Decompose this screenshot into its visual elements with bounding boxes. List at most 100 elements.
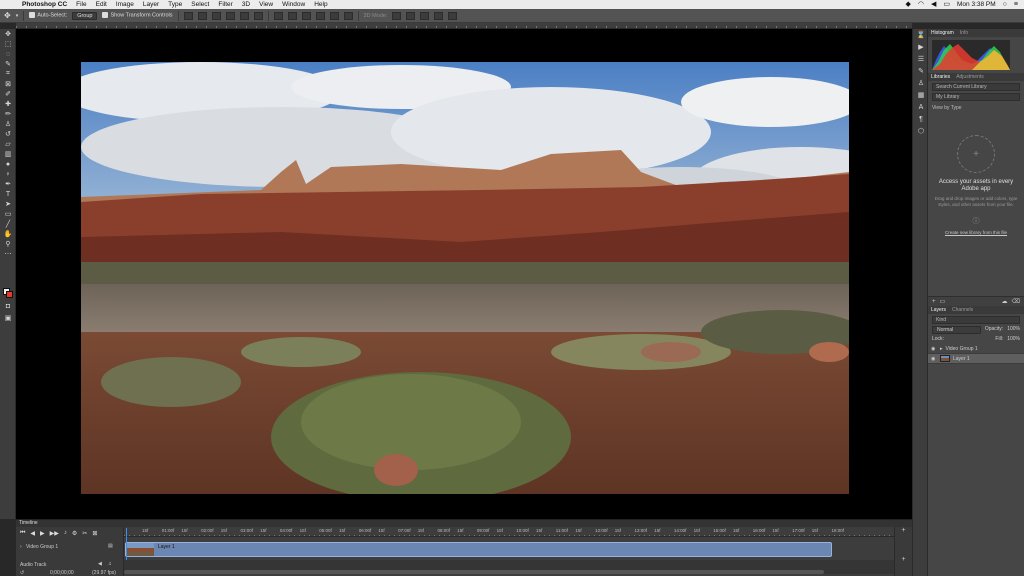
3d-scale-button[interactable] [448,11,458,20]
paragraph-panel-icon[interactable]: ¶ [913,113,929,125]
create-library-link[interactable]: Create new library from this file [928,230,1024,235]
music-icon[interactable]: ♫ [108,561,112,567]
zoom-tool-icon[interactable]: ⚲ [0,239,16,249]
render-icon[interactable]: ↺ [20,570,24,576]
add-audio-icon[interactable]: + [895,556,912,563]
search-icon[interactable]: ○ [1003,1,1007,8]
clock[interactable]: Mon 3:38 PM [957,1,996,8]
menu-window[interactable]: Window [282,1,305,8]
settings-icon[interactable]: ⚙ [72,530,77,537]
crop-tool-icon[interactable]: ⌗ [0,69,16,79]
menu-type[interactable]: Type [168,1,182,8]
transition-icon[interactable]: ⊠ [92,530,97,537]
canvas-photo[interactable] [81,62,849,494]
add-content-icon[interactable]: + [932,299,936,305]
distribute-left-button[interactable] [315,11,325,20]
rectangle-tool-icon[interactable]: ▭ [0,209,16,219]
volume-icon[interactable]: ◀ [931,1,936,8]
background-color-swatch[interactable] [6,291,13,298]
menu-layer[interactable]: Layer [143,1,159,8]
mute-icon[interactable]: ◀ [98,561,102,567]
auto-select-option[interactable]: Auto-Select: [29,12,67,19]
history-brush-tool-icon[interactable]: ↺ [0,129,16,139]
info-icon[interactable]: ⓘ [928,216,1024,226]
eyedropper-tool-icon[interactable]: ✐ [0,89,16,99]
clone-stamp-tool-icon[interactable]: ♙ [0,119,16,129]
type-tool-icon[interactable]: T [0,189,16,199]
opacity-value[interactable]: 100% [1007,326,1020,334]
transform-controls-option[interactable]: Show Transform Controls [102,12,173,19]
align-center-button[interactable] [239,11,249,20]
folder-icon[interactable]: ▭ [940,298,946,305]
add-media-icon[interactable]: + [895,527,912,534]
timeline-ruler[interactable]: 15f 01:00f 15f 02:00f 15f 03:00f 15f 04:00f 15f 0… [124,527,894,537]
dodge-tool-icon[interactable]: ♀ [0,169,16,179]
gradient-tool-icon[interactable]: ▥ [0,149,16,159]
document-canvas[interactable] [16,29,912,519]
brush-panel-icon[interactable]: ✎ [913,65,929,77]
3d-drag-button[interactable] [420,11,430,20]
eraser-tool-icon[interactable]: ▱ [0,139,16,149]
auto-select-dropdown[interactable]: Group [72,11,98,20]
dropbox-icon[interactable]: ◆ [905,1,910,8]
fill-value[interactable]: 100% [1007,336,1020,342]
tab-channels[interactable]: Channels [952,307,973,313]
blend-mode-dropdown[interactable]: Normal [932,326,981,334]
transform-controls-checkbox[interactable] [102,12,109,19]
align-middle-button[interactable] [197,11,207,20]
menu-3d[interactable]: 3D [242,1,250,8]
healing-brush-tool-icon[interactable]: ✚ [0,99,16,109]
swatches-panel-icon[interactable]: ▦ [913,89,929,101]
auto-select-checkbox[interactable] [29,12,36,19]
3d-rotate-button[interactable] [392,11,402,20]
tab-layers[interactable]: Layers [931,307,946,313]
align-top-button[interactable] [183,11,193,20]
library-search-input[interactable]: Search Current Library [932,83,1020,91]
move-tool-icon[interactable]: ✥ [4,11,11,20]
view-by-type[interactable]: View by Type [928,103,1024,113]
visibility-eye-icon[interactable]: ◉ [931,356,937,362]
trash-icon[interactable]: ⌫ [1012,298,1020,305]
marquee-tool-icon[interactable]: ⬚ [0,39,16,49]
menu-view[interactable]: View [259,1,273,8]
play-icon[interactable]: ▶ [40,530,45,537]
library-select[interactable]: My Library [932,93,1020,101]
menu-help[interactable]: Help [314,1,327,8]
video-clip[interactable]: Layer 1 [125,542,832,557]
quick-select-tool-icon[interactable]: ✎ [0,59,16,69]
notification-center-icon[interactable]: ≡ [1014,1,1018,8]
distribute-middle-button[interactable] [287,11,297,20]
3d-slide-button[interactable] [434,11,444,20]
line-tool-icon[interactable]: ╱ [0,219,16,229]
film-icon[interactable]: ▤ [108,543,113,549]
layer-filter-kind[interactable]: Kind [932,316,1020,324]
distribute-center-button[interactable] [329,11,339,20]
menu-select[interactable]: Select [191,1,209,8]
history-panel-icon[interactable]: ⌛ [913,29,929,41]
split-icon[interactable]: ✂ [82,530,87,537]
screen-mode-icon[interactable]: ▣ [0,313,16,323]
distribute-top-button[interactable] [273,11,283,20]
actions-panel-icon[interactable]: ▶ [913,41,929,53]
edit-toolbar-icon[interactable]: ⋯ [0,249,16,259]
align-right-button[interactable] [253,11,263,20]
frame-tool-icon[interactable]: ⊠ [0,79,16,89]
battery-icon[interactable]: ▭ [943,1,950,8]
path-selection-tool-icon[interactable]: ➤ [0,199,16,209]
menu-image[interactable]: Image [116,1,134,8]
cloud-icon[interactable]: ☁ [1002,298,1008,305]
distribute-bottom-button[interactable] [301,11,311,20]
tool-preset-dropdown[interactable]: ▾ [16,13,19,19]
audio-icon[interactable]: ♪ [64,530,67,537]
menu-file[interactable]: File [76,1,86,8]
previous-frame-icon[interactable]: ◀ [30,530,35,537]
align-bottom-button[interactable] [211,11,221,20]
clone-source-panel-icon[interactable]: ♙ [913,77,929,89]
3d-roll-button[interactable] [406,11,416,20]
layer-row[interactable]: ◉ Layer 1 [928,354,1024,364]
wifi-icon[interactable]: ◠ [918,1,924,8]
tab-info[interactable]: Info [960,30,968,36]
character-panel-icon[interactable]: A [913,101,929,113]
hand-tool-icon[interactable]: ✋ [0,229,16,239]
properties-panel-icon[interactable]: ☰ [913,53,929,65]
